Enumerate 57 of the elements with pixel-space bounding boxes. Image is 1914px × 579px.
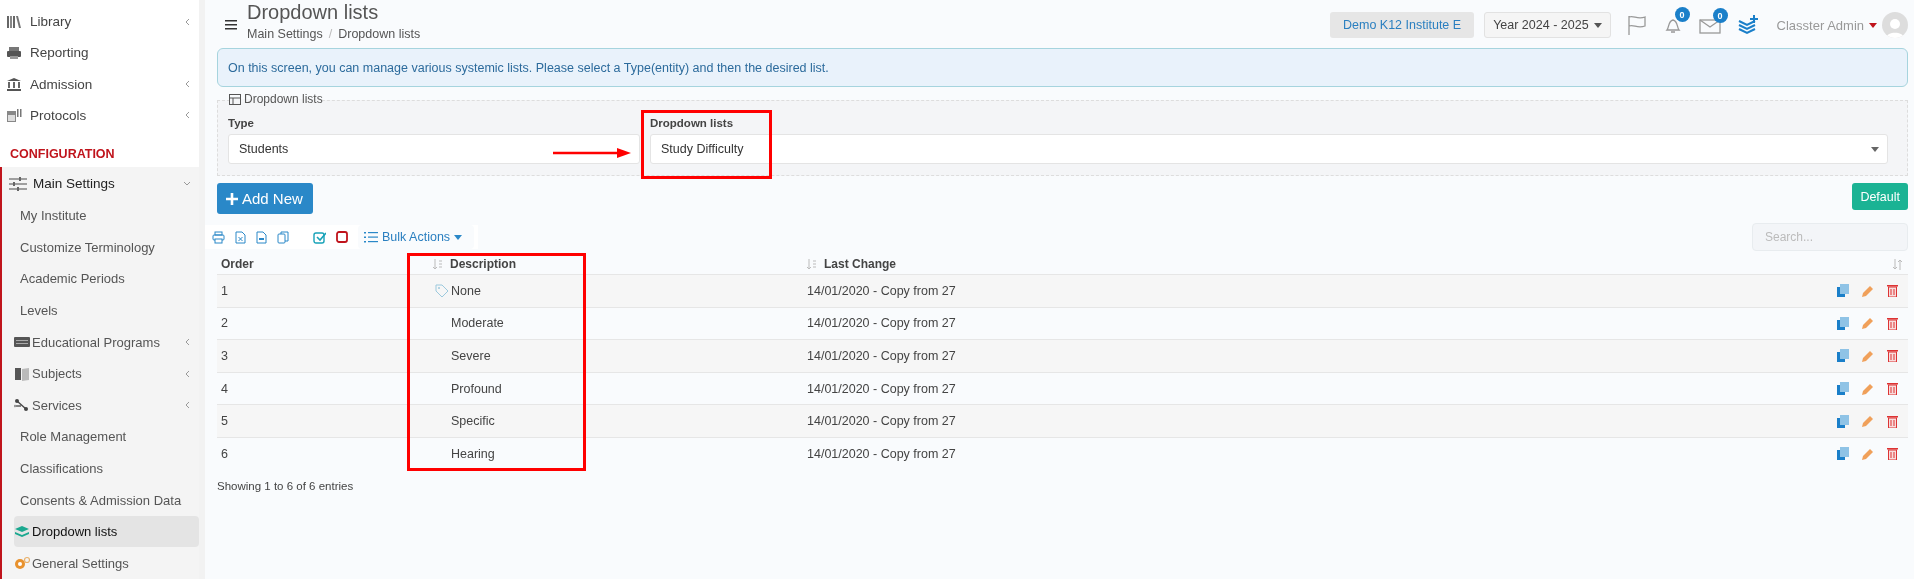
last-change-cell: 14/01/2020 - Copy from 27	[807, 414, 956, 429]
sidebar-item[interactable]: Classifications	[14, 452, 199, 485]
description-cell: Profound	[451, 381, 502, 396]
column-header[interactable]: Description	[450, 257, 516, 271]
sidebar-item[interactable]: Customize Terminology	[14, 231, 199, 264]
order-cell: 1	[221, 283, 228, 298]
last-change-cell: 14/01/2020 - Copy from 27	[807, 446, 956, 461]
order-cell: 3	[221, 349, 228, 363]
sidebar-item[interactable]: My Institute	[14, 199, 199, 232]
column-header[interactable]: Last Change	[824, 257, 896, 271]
breadcrumb-separator: /	[328, 27, 333, 41]
description-cell: Specific	[451, 414, 495, 429]
page-title: Dropdown lists	[247, 1, 380, 23]
last-change-cell: 14/01/2020 - Copy from 27	[807, 316, 956, 331]
select-field[interactable]: Students	[228, 134, 640, 164]
sidebar-item[interactable]: Educational Programs	[14, 326, 199, 358]
sidebar-item[interactable]: Levels	[14, 294, 199, 327]
order-cell: 2	[221, 316, 228, 331]
sidebar-item[interactable]: Reporting	[0, 37, 199, 69]
sidebar-item[interactable]: Library	[0, 6, 199, 38]
sidebar-item[interactable]: Role Management	[14, 421, 199, 453]
description-cell: Moderate	[451, 316, 504, 331]
sidebar-item[interactable]: Subjects	[14, 357, 199, 390]
sidebar-item[interactable]: Services	[14, 389, 199, 422]
select-field[interactable]: Study Difficulty	[650, 134, 1888, 164]
search-field[interactable]: Search...	[1752, 223, 1908, 251]
message-badge: 0	[1712, 8, 1728, 23]
panel-legend: Dropdown lists	[244, 92, 323, 106]
info-text: On this screen, you can manage various systemic lists. Please select a Type(entity) and then the desired list.	[228, 60, 829, 75]
year-select[interactable]: Year 2024 - 2025	[1484, 12, 1611, 38]
order-cell: 6	[221, 446, 228, 461]
breadcrumb-item[interactable]: Dropdown lists	[338, 27, 421, 41]
last-change-cell: 14/01/2020 - Copy from 27	[807, 283, 956, 298]
sidebar-item[interactable]: Admission	[0, 68, 199, 100]
sidebar-item[interactable]: Protocols	[0, 99, 199, 131]
bulk-actions-button[interactable]: Bulk Actions	[358, 225, 475, 249]
description-cell: None	[451, 283, 481, 298]
sidebar-group[interactable]: Main Settings	[2, 167, 199, 200]
last-change-cell: 14/01/2020 - Copy from 27	[807, 381, 956, 396]
field-label: Dropdown lists	[650, 117, 735, 129]
add-new-button[interactable]: Add New	[217, 183, 313, 214]
field-label: Type	[228, 117, 255, 129]
description-cell: Hearing	[451, 446, 495, 461]
column-header[interactable]: Order	[221, 257, 254, 271]
sidebar-item[interactable]: Academic Periods	[14, 263, 199, 295]
institute-button[interactable]: Demo K12 Institute E	[1330, 12, 1475, 38]
order-cell: 5	[221, 414, 228, 429]
breadcrumb-item[interactable]: Main Settings	[247, 27, 323, 41]
entries-info: Showing 1 to 6 of 6 entries	[217, 479, 355, 492]
sidebar-item[interactable]: Consents & Admission Data	[14, 484, 199, 516]
order-cell: 4	[221, 381, 228, 396]
last-change-cell: 14/01/2020 - Copy from 27	[807, 349, 956, 363]
description-cell: Severe	[451, 349, 491, 363]
sidebar-item[interactable]: Dropdown lists	[14, 515, 199, 548]
section-heading: CONFIGURATION	[9, 145, 116, 163]
notification-badge: 0	[1674, 7, 1690, 22]
sidebar-item[interactable]: General Settings	[14, 547, 199, 579]
